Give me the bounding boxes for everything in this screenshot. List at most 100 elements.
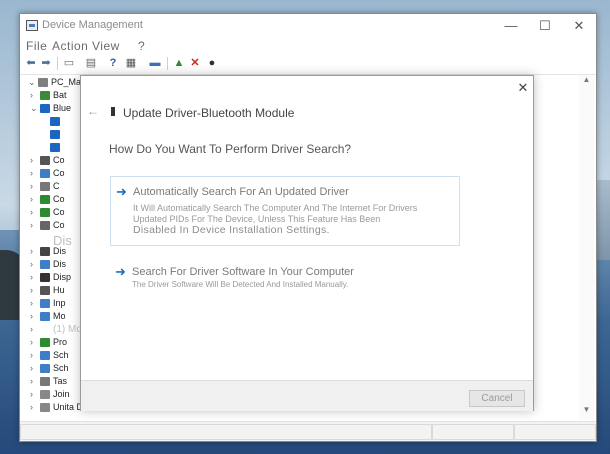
tree-row[interactable] bbox=[20, 142, 82, 154]
tree-row[interactable]: › Co bbox=[20, 207, 82, 219]
tree-row[interactable]: › Disp bbox=[20, 272, 82, 284]
tree-row[interactable]: › Hu bbox=[20, 285, 82, 297]
tree-label: Co bbox=[53, 194, 65, 204]
tree-row[interactable]: › Dis bbox=[20, 259, 82, 271]
collapse-icon[interactable]: › bbox=[30, 285, 40, 295]
monitor-icon[interactable]: ▬ bbox=[148, 56, 162, 70]
expand-icon[interactable]: ⌄ bbox=[28, 77, 38, 88]
menu-action[interactable]: Action bbox=[52, 39, 88, 53]
tree-label: Mo bbox=[53, 311, 66, 321]
device-tree: ⌄ PC_Ma › Bat ⌄ Blue › Co › Co › C › Co › Co › Co Dis › Dis ›… bbox=[20, 75, 82, 420]
collapse-icon[interactable]: › bbox=[30, 194, 40, 204]
menu-view[interactable]: View bbox=[92, 39, 120, 53]
tree-label: C bbox=[53, 181, 60, 191]
tree-label: Tas bbox=[53, 376, 68, 386]
window-title: Device Management bbox=[42, 19, 143, 31]
menu-file[interactable]: File bbox=[26, 39, 47, 53]
tree-row[interactable] bbox=[20, 129, 82, 141]
list-icon[interactable]: ▤ bbox=[84, 56, 98, 70]
auto-search-option[interactable]: ➜ Automatically Search For An Updated Dr… bbox=[110, 176, 460, 246]
properties-icon[interactable]: ▭ bbox=[62, 56, 76, 70]
tree-label: Blue bbox=[53, 103, 72, 113]
collapse-icon[interactable]: › bbox=[30, 220, 40, 230]
collapse-icon[interactable]: › bbox=[30, 298, 40, 308]
device-category-icon bbox=[50, 143, 60, 152]
device-category-icon bbox=[50, 130, 60, 139]
manual-search-option[interactable]: ➜ Search For Driver Software In Your Com… bbox=[110, 257, 458, 289]
collapse-icon[interactable]: › bbox=[30, 324, 40, 334]
help-icon[interactable]: ? bbox=[106, 56, 120, 70]
uninstall-icon[interactable]: ✕ bbox=[188, 56, 202, 70]
forward-icon[interactable]: ➡ bbox=[39, 56, 53, 70]
device-category-icon bbox=[40, 390, 50, 399]
collapse-icon[interactable]: › bbox=[30, 311, 40, 321]
tree-label: Hu bbox=[53, 285, 65, 295]
option-heading: Search For Driver Software In Your Compu… bbox=[132, 266, 354, 278]
tree-row[interactable]: › Sch bbox=[20, 363, 82, 375]
close-button[interactable]: ✕ bbox=[562, 16, 596, 36]
tree-row[interactable]: › Inp bbox=[20, 298, 82, 310]
tree-row[interactable] bbox=[20, 116, 82, 128]
dialog-close-button[interactable]: ✕ bbox=[515, 80, 531, 96]
tree-row[interactable]: › Join bbox=[20, 389, 82, 401]
status-cell bbox=[432, 424, 514, 440]
collapse-icon[interactable]: › bbox=[30, 155, 40, 165]
collapse-icon[interactable]: › bbox=[30, 246, 40, 256]
cancel-button[interactable]: Cancel bbox=[469, 390, 525, 407]
dialog-question: How Do You Want To Perform Driver Search… bbox=[109, 142, 352, 156]
tree-row[interactable]: › (1) Mo bbox=[20, 324, 82, 336]
tree-label: Sch bbox=[53, 363, 69, 373]
collapse-icon[interactable]: › bbox=[30, 168, 40, 178]
tree-label: Dis bbox=[53, 246, 66, 256]
maximize-button[interactable]: ☐ bbox=[528, 16, 562, 36]
collapse-icon[interactable]: › bbox=[30, 363, 40, 373]
collapse-icon[interactable]: › bbox=[30, 350, 40, 360]
tree-row[interactable]: ⌄ Blue bbox=[20, 103, 82, 115]
back-icon[interactable]: ⬅ bbox=[24, 56, 38, 70]
collapse-icon[interactable]: › bbox=[30, 259, 40, 269]
toolbar: ⬅ ➡ ▭ ▤ ? ▦ ▬ ▲ ✕ ● bbox=[20, 54, 596, 75]
tree-label: Inp bbox=[53, 298, 66, 308]
collapse-icon[interactable]: › bbox=[30, 389, 40, 399]
scroll-down-icon[interactable]: ▼ bbox=[579, 405, 594, 417]
back-arrow-icon[interactable]: ← bbox=[87, 104, 101, 118]
tree-row[interactable]: › Unita DVD/CD-ROM bbox=[20, 402, 82, 414]
menu-help[interactable]: ? bbox=[138, 39, 145, 53]
tree-row[interactable]: › Co bbox=[20, 194, 82, 206]
tree-label: Co bbox=[53, 220, 65, 230]
device-category-icon bbox=[40, 364, 50, 373]
collapse-icon[interactable]: › bbox=[30, 402, 40, 412]
scroll-up-icon[interactable]: ▲ bbox=[579, 75, 594, 87]
collapse-icon[interactable]: › bbox=[30, 207, 40, 217]
minimize-button[interactable]: — bbox=[494, 16, 528, 36]
expand-icon[interactable]: ⌄ bbox=[30, 103, 40, 114]
collapse-icon[interactable]: › bbox=[30, 337, 40, 347]
tree-label: Unita DVD/CD-ROM bbox=[53, 402, 82, 412]
device-category-icon bbox=[40, 260, 50, 269]
tree-row[interactable]: › Bat bbox=[20, 90, 82, 102]
update-driver-icon[interactable]: ▲ bbox=[172, 56, 186, 70]
status-cell bbox=[514, 424, 596, 440]
tree-row[interactable]: › Sch bbox=[20, 350, 82, 362]
tree-row[interactable]: › Co bbox=[20, 168, 82, 180]
arrow-right-icon: ➜ bbox=[116, 184, 127, 199]
tree-row[interactable]: ⌄ PC_Ma bbox=[20, 77, 82, 89]
tree-row[interactable]: › Mo bbox=[20, 311, 82, 323]
collapse-icon[interactable]: › bbox=[30, 181, 40, 191]
vertical-scrollbar[interactable]: ▲ ▼ bbox=[579, 75, 594, 420]
arrow-right-icon: ➜ bbox=[115, 264, 126, 279]
tree-row[interactable]: › Co bbox=[20, 155, 82, 167]
details-icon[interactable]: ▦ bbox=[124, 56, 138, 70]
enable-icon[interactable]: ● bbox=[205, 56, 219, 70]
tree-row[interactable]: Dis bbox=[20, 233, 82, 248]
tree-row[interactable]: › Dis bbox=[20, 246, 82, 258]
option-description: It Will Automatically Search The Compute… bbox=[133, 203, 418, 213]
collapse-icon[interactable]: › bbox=[30, 376, 40, 386]
tree-row[interactable]: › Pro bbox=[20, 337, 82, 349]
collapse-icon[interactable]: › bbox=[30, 90, 40, 100]
tree-label: Pro bbox=[53, 337, 68, 347]
tree-row[interactable]: › Co bbox=[20, 220, 82, 232]
tree-row[interactable]: › Tas bbox=[20, 376, 82, 388]
collapse-icon[interactable]: › bbox=[30, 272, 40, 282]
tree-row[interactable]: › C bbox=[20, 181, 82, 193]
